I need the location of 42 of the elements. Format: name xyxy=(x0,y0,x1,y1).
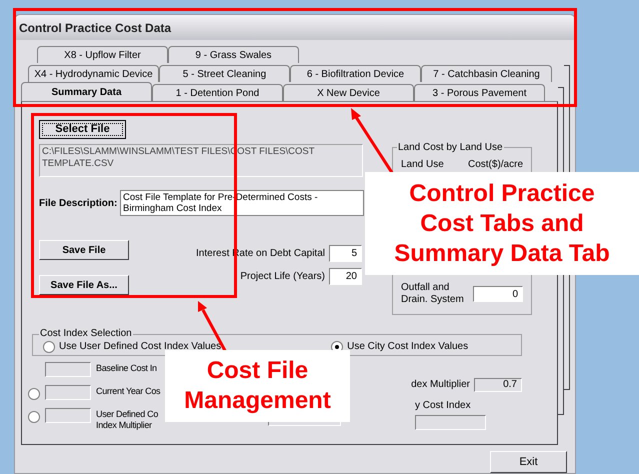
tab[interactable]: 6 - Biofiltration Device xyxy=(290,65,421,82)
group-title: Cost Index Selection xyxy=(39,329,133,339)
group-title: Land Cost by Land Use xyxy=(397,140,504,155)
field-label: File Description: xyxy=(39,196,118,210)
row-label: Outfall and Drain. System xyxy=(401,282,465,306)
input-field[interactable] xyxy=(415,415,486,430)
tab[interactable]: 3 - Porous Pavement xyxy=(414,84,545,101)
field-label: Project Life (Years) xyxy=(240,270,325,284)
radio-button[interactable] xyxy=(28,411,40,423)
column-header: Cost($)/acre xyxy=(468,158,523,172)
callout-text: Control Practice Cost Tabs and Summary Data Tab xyxy=(394,178,610,268)
button[interactable]: Save File As... xyxy=(39,275,129,295)
window-title: Control Practice Cost Data xyxy=(15,15,575,40)
radio-label: Use City Cost Index Values xyxy=(347,340,468,354)
input-field[interactable]: 0.7 xyxy=(474,378,522,392)
tab[interactable]: X New Device xyxy=(283,84,414,101)
field-label: Current Year Cos xyxy=(96,386,160,397)
tab[interactable]: 7 - Catchbasin Cleaning xyxy=(421,65,552,82)
button[interactable]: Save File xyxy=(39,240,129,260)
input-field[interactable]: 20 xyxy=(329,268,362,285)
input-field[interactable]: 5 xyxy=(329,245,362,262)
input-field[interactable] xyxy=(45,408,91,423)
radio-button[interactable] xyxy=(28,388,40,400)
input-field[interactable] xyxy=(45,362,91,377)
tab[interactable]: 9 - Grass Swales xyxy=(168,46,299,63)
tab[interactable]: Summary Data xyxy=(21,82,152,101)
tab[interactable]: 5 - Street Cleaning xyxy=(159,65,290,82)
radio-label: Use User Defined Cost Index Values xyxy=(59,340,222,354)
radio-button[interactable] xyxy=(43,340,55,352)
field-label: Baseline Cost In xyxy=(96,363,157,374)
input-field[interactable]: 0 xyxy=(473,286,523,302)
tab[interactable]: X4 - Hydrodynamic Device xyxy=(28,65,159,82)
field-label: dex Multiplier xyxy=(411,378,470,392)
tab[interactable]: 1 - Detention Pond xyxy=(152,84,283,101)
column-header: Land Use xyxy=(401,158,444,172)
tab[interactable]: X8 - Upflow Filter xyxy=(37,46,168,63)
callout-text: Cost File Management xyxy=(184,356,331,416)
exit-button[interactable]: Exit xyxy=(490,451,567,473)
field-label: User Defined Co Index Multiplier xyxy=(96,409,158,431)
input-field[interactable] xyxy=(45,385,91,400)
field-label: y Cost Index xyxy=(415,399,472,413)
select-file-button[interactable]: Select File xyxy=(39,120,126,139)
